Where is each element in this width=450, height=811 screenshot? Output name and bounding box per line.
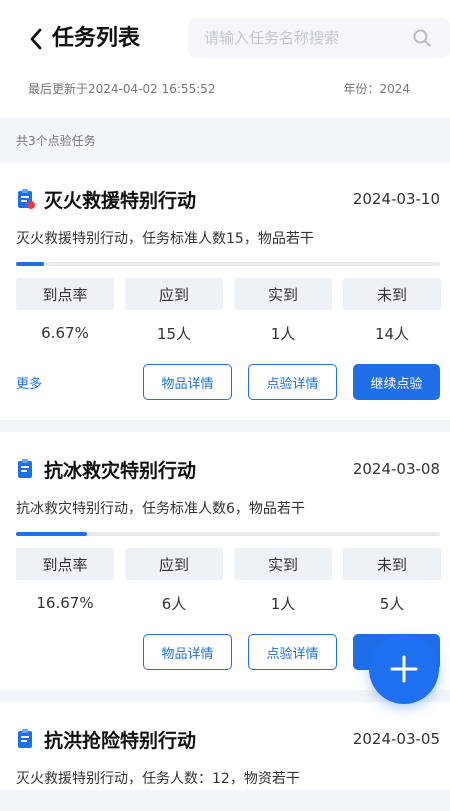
task-stats: 到点率 应到 实到 未到 6.67% 15人 1人 14人 [16,278,441,356]
chevron-left-icon [30,28,42,50]
stat-value-absent: 14人 [374,324,410,343]
stat-label-expected: 应到 [125,278,223,310]
item-details-button[interactable]: 物品详情 [143,634,232,670]
task-title: 灭火救援特别行动 [44,189,197,212]
stat-value-absent: 5人 [379,594,405,613]
task-description: 抗冰救灾特别行动，任务标准人数6，物品若干 [16,501,305,517]
year-filter[interactable]: 年份：2024 [343,80,410,97]
progress-bar [16,532,440,536]
task-description: 灭火救援特别行动，任务标准人数15，物品若干 [16,231,314,247]
task-description: 灭火救援特别行动，任务人数：12，物资若干 [16,771,300,787]
task-card[interactable]: 灭火救援特别行动 2024-03-10 灭火救援特别行动，任务标准人数15，物品… [0,162,450,420]
task-card-header: 抗洪抢险特别行动 2024-03-05 [16,718,440,760]
task-card-header: 抗冰救灾特别行动 2024-03-08 [16,448,440,490]
back-button[interactable] [22,22,50,56]
stat-label-arrival-rate: 到点率 [16,548,114,580]
task-card-header: 灭火救援特别行动 2024-03-10 [16,178,440,220]
task-actions: 更多 物品详情 点验详情 继续点验 [16,356,440,420]
stat-label-absent: 未到 [343,548,441,580]
task-date: 2024-03-05 [352,730,440,748]
stat-label-arrival-rate: 到点率 [16,278,114,310]
progress-fill [16,262,45,266]
task-title: 抗洪抢险特别行动 [44,729,197,752]
stat-value-present: 1人 [270,324,296,343]
task-date: 2024-03-10 [352,190,440,208]
task-card[interactable]: 抗洪抢险特别行动 2024-03-05 灭火救援特别行动，任务人数：12，物资若… [0,702,450,790]
stat-value-expected: 15人 [156,324,192,343]
progress-fill [16,532,87,536]
search-icon[interactable] [412,28,432,48]
stat-label-present: 实到 [234,548,332,580]
task-title: 抗冰救灾特别行动 [44,459,197,482]
add-task-button[interactable] [369,634,439,704]
stat-label-absent: 未到 [343,278,441,310]
plus-icon [390,655,418,683]
stat-value-arrival-rate: 6.67% [41,324,89,342]
clipboard-icon [18,459,32,478]
task-date: 2024-03-08 [352,460,440,478]
stat-label-present: 实到 [234,278,332,310]
check-details-button[interactable]: 点验详情 [248,364,337,400]
stat-value-present: 1人 [270,594,296,613]
stat-value-arrival-rate: 16.67% [36,594,94,612]
item-details-button[interactable]: 物品详情 [143,364,232,400]
clipboard-icon [18,189,35,209]
search-input[interactable] [188,29,400,47]
search-box[interactable] [188,18,450,58]
progress-bar [16,262,440,266]
check-details-button[interactable]: 点验详情 [248,634,337,670]
task-count: 共3个点验任务 [16,133,96,148]
stat-label-expected: 应到 [125,548,223,580]
last-updated-text: 最后更新于2024-04-02 16:55:52 [28,82,216,96]
page-title: 任务列表 [52,26,141,51]
stat-value-expected: 6人 [161,594,187,613]
clipboard-icon [18,729,32,748]
more-link[interactable]: 更多 [16,373,127,392]
header-meta: 最后更新于2024-04-02 16:55:52 年份：2024 [28,80,410,97]
continue-check-button[interactable]: 继续点验 [353,364,440,400]
task-stats: 到点率 应到 实到 未到 16.67% 6人 1人 5人 [16,548,441,626]
header: 任务列表 最后更新于2024-04-02 16:55:52 年份：2024 [0,0,450,118]
